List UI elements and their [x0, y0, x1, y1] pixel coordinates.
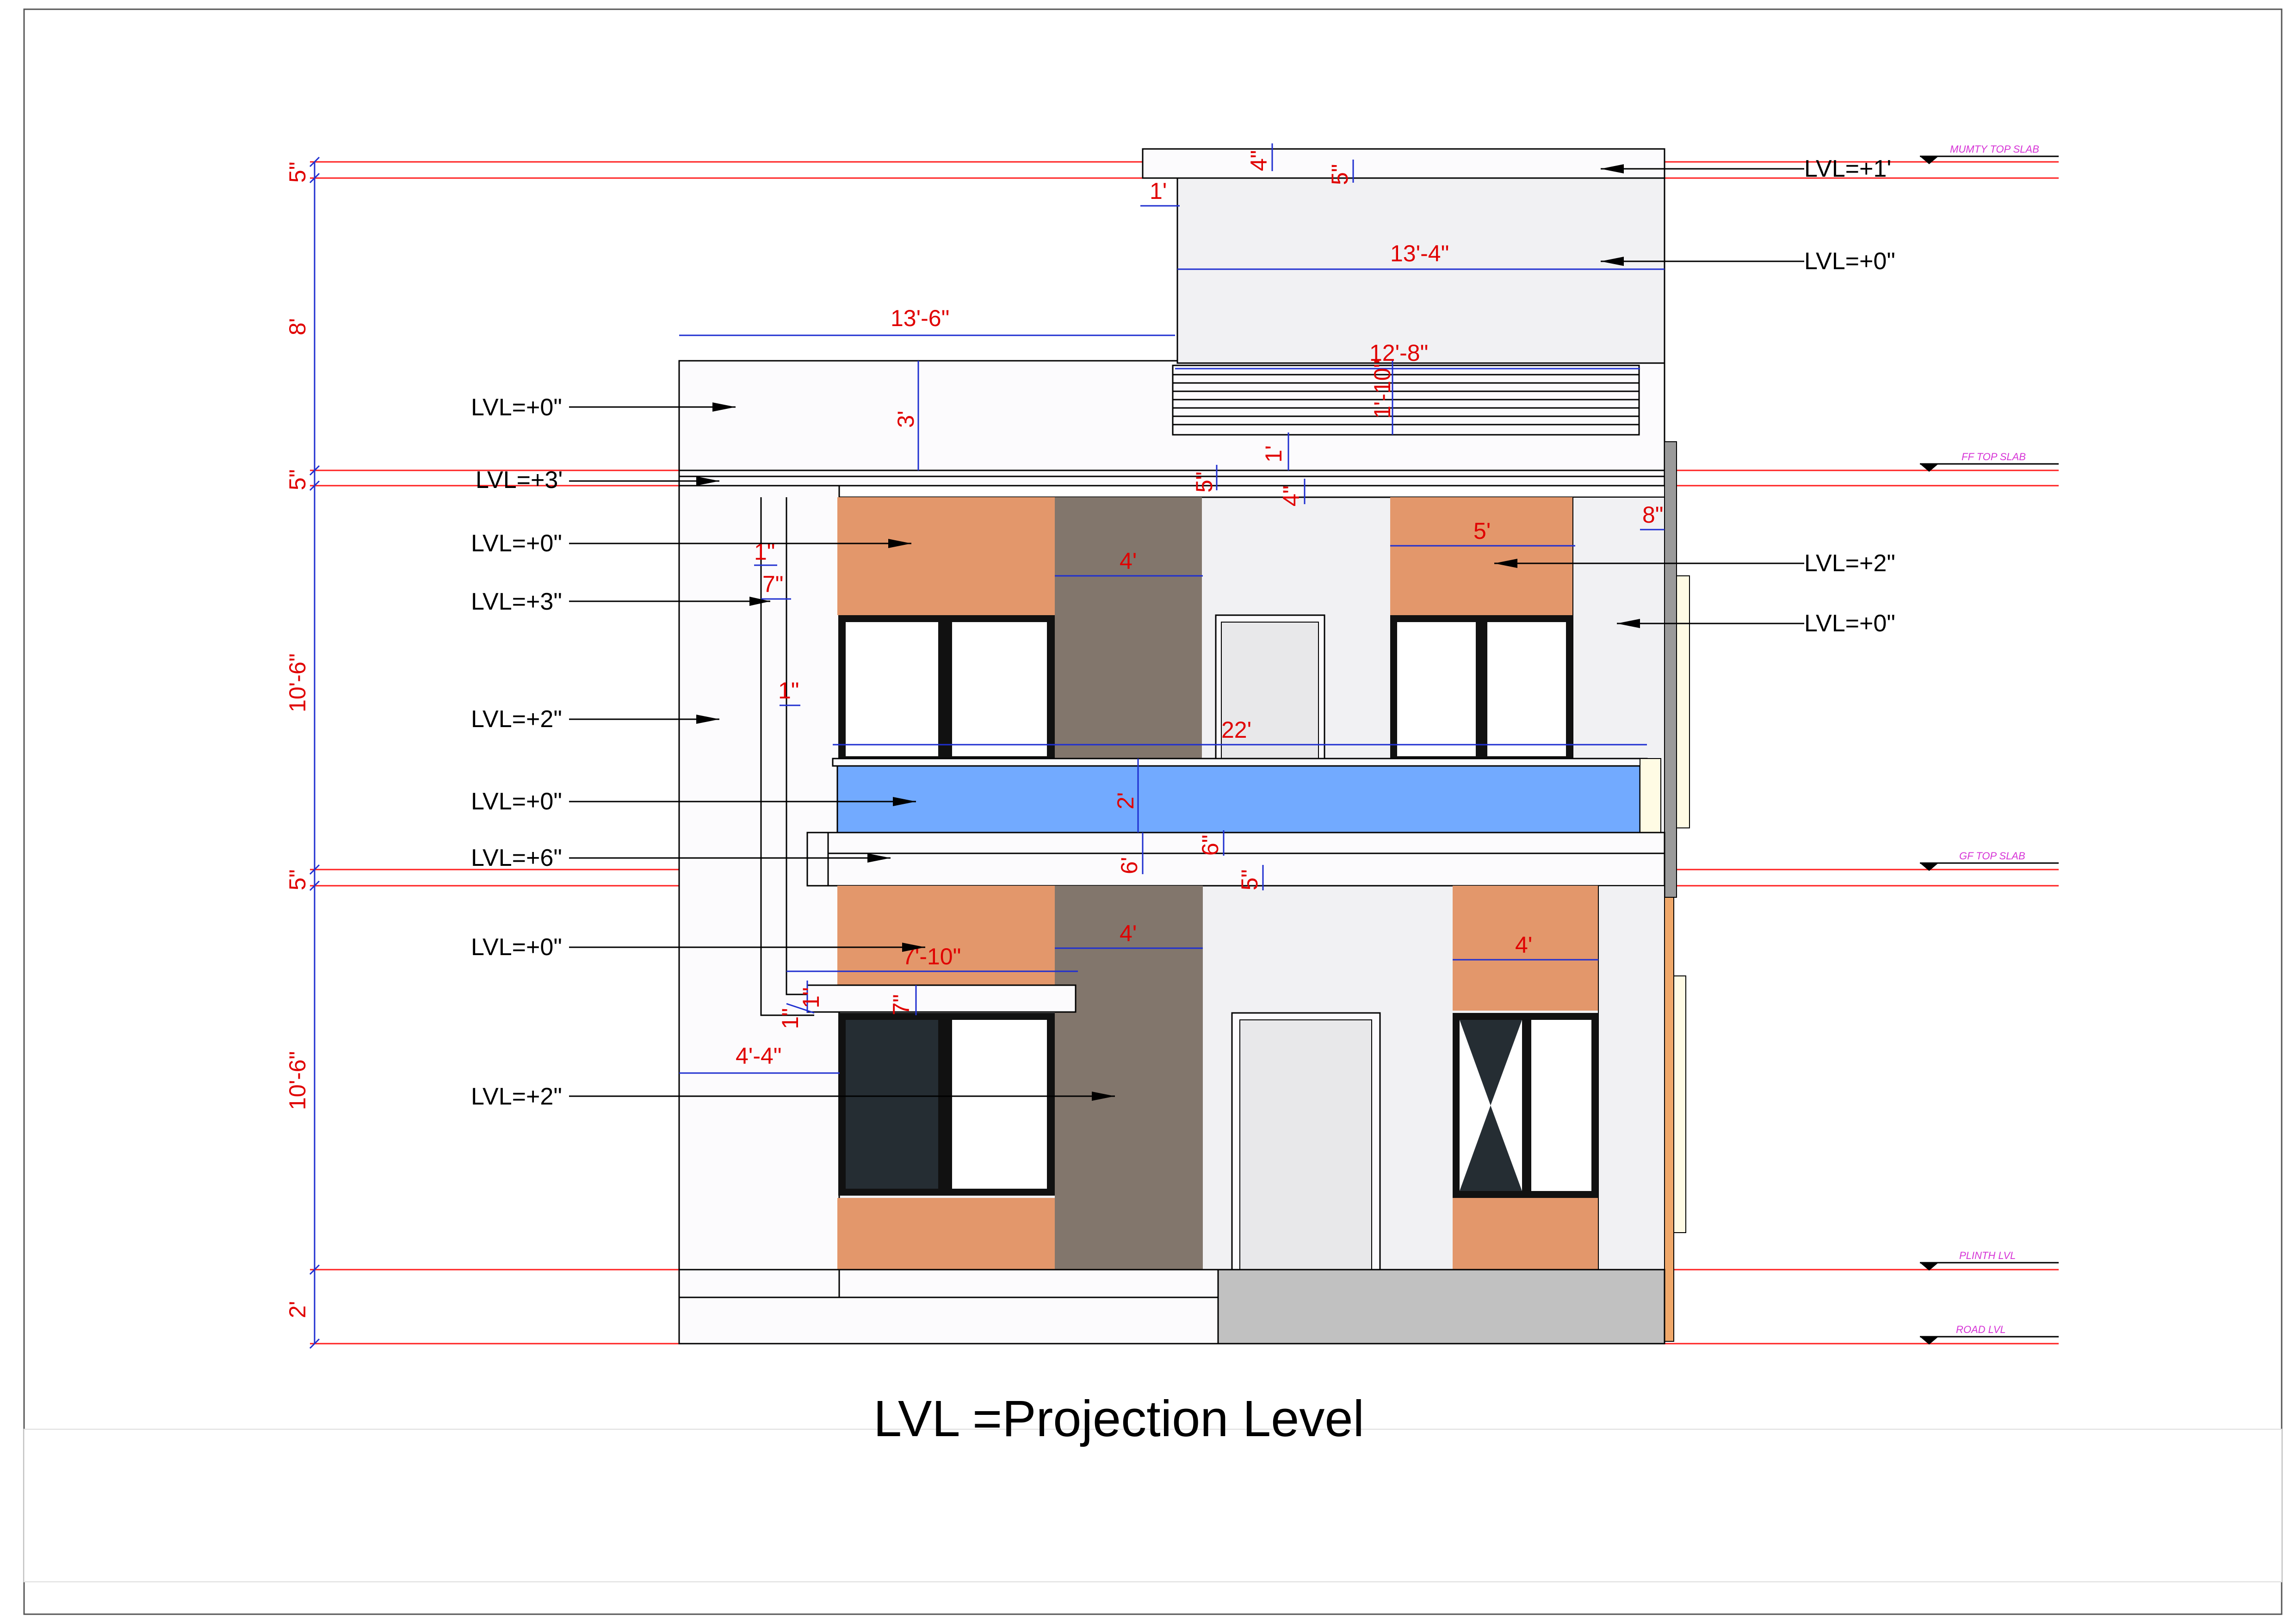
dim-slab-5: 5"	[1191, 471, 1217, 493]
balcony-slab	[806, 832, 1665, 887]
dim-ff-4: 4'	[1120, 548, 1137, 574]
dim-left-width: 13'-6"	[891, 305, 949, 331]
side-column	[1664, 441, 1677, 898]
dim-pipe-7: 7"	[762, 571, 784, 597]
label-left-7: LVL=+6"	[471, 845, 562, 871]
label-left-9: LVL=+2"	[471, 1083, 562, 1110]
label-left-4: LVL=+3"	[471, 588, 562, 615]
dim-louver-height: 1'-10"	[1369, 360, 1395, 419]
dim-mumty-width: 13'-4"	[1390, 241, 1449, 266]
ff-brown-strip	[1055, 497, 1202, 759]
tag-gf: GF TOP SLAB	[1959, 850, 2025, 862]
dim-pipe-1b: 1"	[778, 678, 799, 704]
mumty-top-slab	[1142, 148, 1665, 179]
mumty-wall	[1176, 177, 1665, 364]
side-panel	[1676, 575, 1690, 828]
dim-balc-6b: 6"	[1197, 834, 1223, 856]
dim-ff-5: 5'	[1473, 518, 1491, 544]
dim-left-3: 5"	[285, 469, 310, 490]
dim-mumty-5: 5"	[1327, 164, 1353, 185]
ff-cladding-left	[837, 497, 1055, 615]
label-left-2: LVL=+3'	[476, 467, 563, 494]
level-tags: MUMTY TOP SLAB FF TOP SLAB GF TOP SLAB P…	[1920, 143, 2059, 1345]
ff-slab	[678, 469, 1665, 487]
label-right-2: LVL=+0"	[1804, 248, 1895, 275]
dim-left-6: 10'-6"	[285, 1051, 310, 1110]
dim-left-2: 8'	[285, 318, 310, 335]
dim-gf-slab: 5"	[1237, 869, 1262, 890]
sunshade	[806, 984, 1077, 1013]
ff-cladding-right	[1390, 497, 1573, 615]
gf-cladding-right-bottom	[1453, 1198, 1598, 1270]
dim-sun-1a: 1"	[798, 987, 824, 1008]
label-left-6: LVL=+0"	[471, 788, 562, 815]
dim-mumty-1: 1'	[1150, 178, 1167, 204]
dim-gf-4b: 4'	[1515, 932, 1532, 958]
elevation-drawing: MUMTY TOP SLAB FF TOP SLAB GF TOP SLAB P…	[23, 8, 2283, 1615]
tag-plinth: PLINTH LVL	[1959, 1250, 2016, 1261]
balcony-glass	[836, 765, 1641, 834]
balcony-post	[1640, 758, 1661, 833]
dim-slab-4: 4"	[1278, 485, 1304, 506]
plinth-right	[1217, 1269, 1665, 1345]
title-block	[24, 1429, 2282, 1582]
gf-window-right	[1453, 1013, 1598, 1198]
label-left-1: LVL=+0"	[471, 394, 562, 421]
left-dimension-chain: 5" 8' 5" 10'-6" 5" 10'-6" 2'	[285, 156, 320, 1349]
building	[678, 148, 1690, 1345]
left-wall	[678, 360, 840, 1271]
label-right-1: LVL=+1'	[1804, 155, 1891, 182]
gf-window-left	[838, 1013, 1055, 1196]
dim-balcony: 22'	[1221, 717, 1251, 743]
balcony-rail-top	[832, 758, 1648, 767]
dim-balc-6a: 6'	[1116, 857, 1142, 874]
gf-right-strip	[1598, 885, 1665, 1270]
dim-setback: 4'-4"	[736, 1043, 782, 1069]
label-left-8: LVL=+0"	[471, 934, 562, 961]
dim-gf-4a: 4'	[1120, 920, 1137, 946]
gf-door	[1231, 1012, 1381, 1271]
tag-ff: FF TOP SLAB	[1962, 451, 2026, 463]
ff-window-left	[838, 615, 1055, 761]
label-left-5: LVL=+2"	[471, 706, 562, 733]
gf-side-panel	[1664, 897, 1674, 1342]
dim-sun-7: 7"	[888, 994, 914, 1015]
gf-cladding-left-bottom	[837, 1198, 1055, 1270]
dim-side-8: 8"	[1642, 502, 1664, 528]
dim-mumty-slab: 4"	[1246, 150, 1272, 171]
dim-left-5: 5"	[285, 869, 310, 890]
label-right-4: LVL=+0"	[1804, 610, 1895, 637]
dim-pipe-1a: 1"	[754, 539, 775, 565]
dim-left-1: 5"	[285, 161, 310, 183]
dim-parapet: 3'	[893, 411, 919, 428]
caption: LVL =Projection Level	[873, 1390, 1364, 1447]
louvers	[1172, 364, 1640, 436]
tag-road: ROAD LVL	[1956, 1324, 2006, 1335]
tag-mumty: MUMTY TOP SLAB	[1950, 143, 2039, 155]
label-right-3: LVL=+2"	[1804, 550, 1895, 577]
dim-sun-1b: 1"	[777, 1008, 803, 1029]
dim-left-4: 10'-6"	[285, 654, 310, 712]
dim-rail: 2'	[1113, 792, 1139, 809]
plinth-left	[678, 1269, 1219, 1345]
dim-slab-1: 1'	[1261, 445, 1287, 463]
gf-side-panel-light	[1673, 975, 1686, 1233]
ff-window-right	[1390, 615, 1573, 761]
label-left-3: LVL=+0"	[471, 530, 562, 557]
dim-left-7: 2'	[285, 1301, 310, 1318]
